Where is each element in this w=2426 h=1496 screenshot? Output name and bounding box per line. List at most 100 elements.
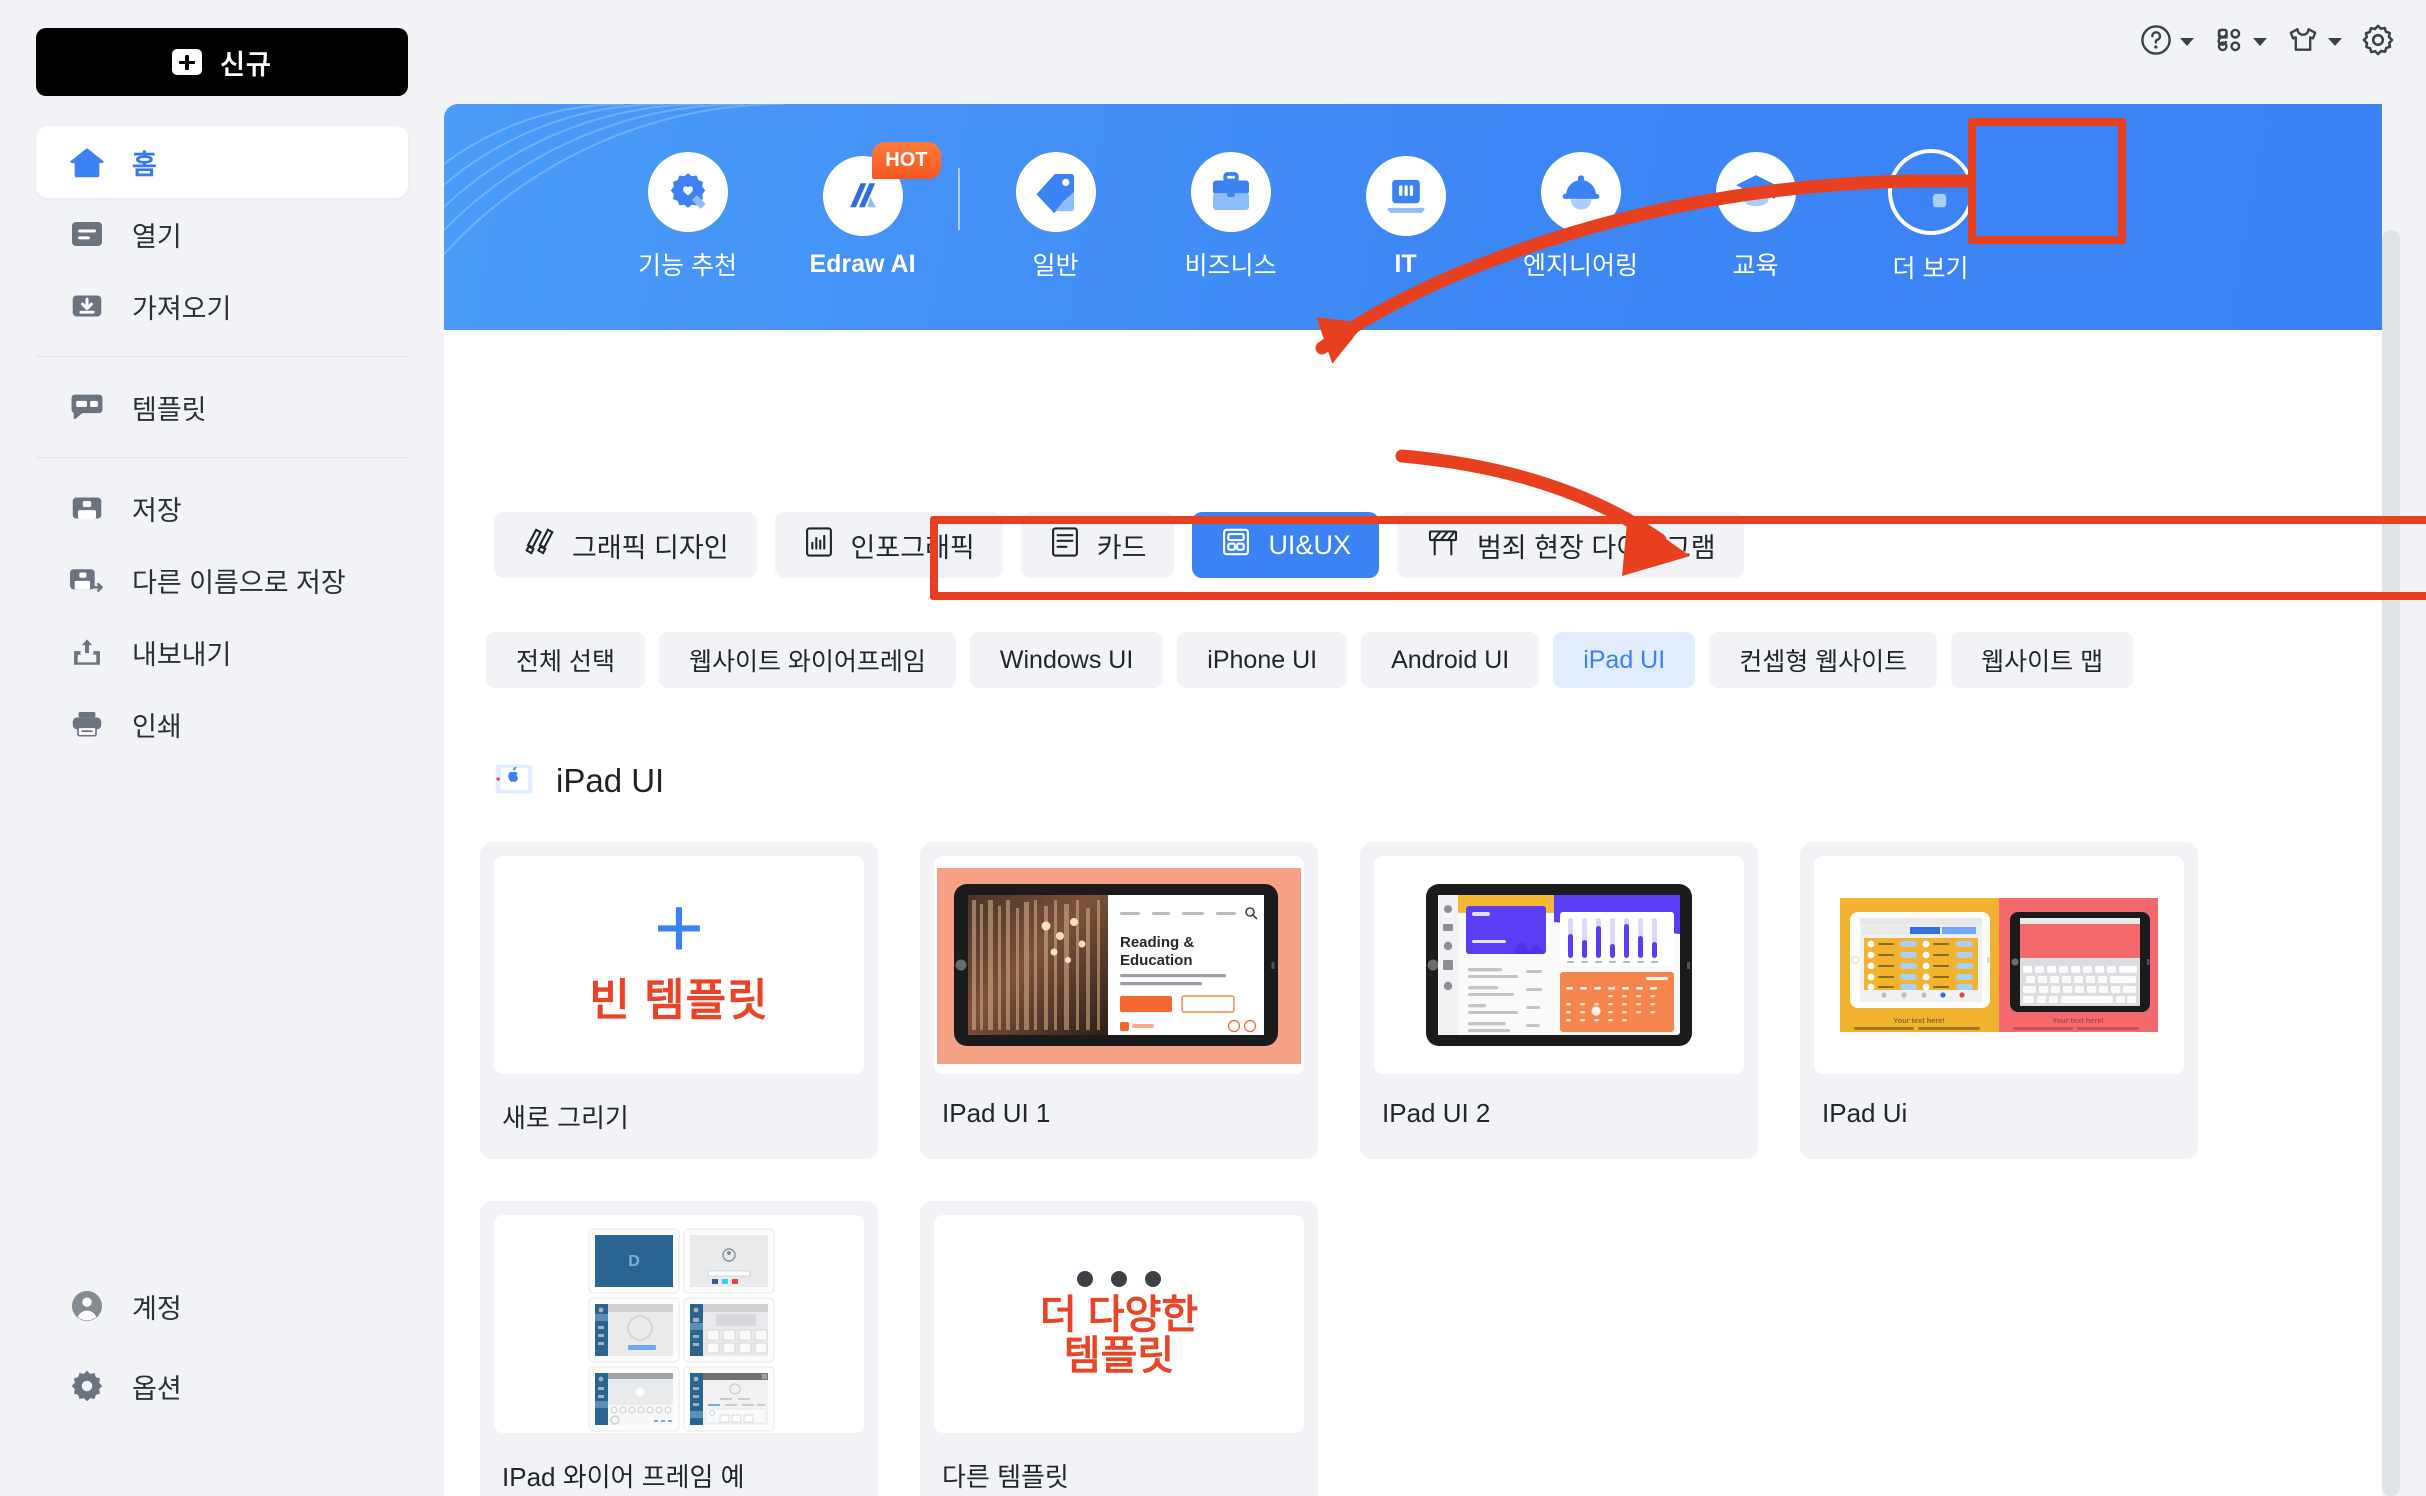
sidebar-item-label: 저장 — [132, 495, 182, 526]
sidebar-item-account[interactable]: 계정 — [36, 1266, 408, 1346]
category-recommend[interactable]: 기능 추천 — [600, 152, 775, 282]
sidebar-item-save-as[interactable]: 다른 이름으로 저장 — [36, 544, 408, 616]
subfilter-chip-select-all[interactable]: 전체 선택 — [486, 632, 645, 688]
category-label: 더 보기 — [1892, 255, 1969, 283]
sidebar-item-export[interactable]: 내보내기 — [36, 616, 408, 688]
category-it[interactable]: IT — [1318, 155, 1493, 279]
category-engineering[interactable]: 엔지니어링 — [1493, 152, 1668, 282]
save-icon — [64, 491, 110, 525]
sidebar-item-label: 홈 — [132, 149, 157, 180]
settings-button[interactable] — [2354, 16, 2402, 69]
tag-icon — [1015, 152, 1096, 232]
graphic-design-icon — [522, 525, 556, 566]
sidebar-item-home[interactable]: 홈 — [36, 126, 408, 198]
sidebar-divider — [36, 457, 408, 458]
application-window: 신규 홈 열기 가져오기 템플릿 저장 다른 이름으로 저장 내보내기 인쇄 계… — [0, 0, 2426, 1496]
main-content-panel: 기능 추천 HOT Edraw AI 일반 비즈니스 IT 엔지니어링 교육 더… — [444, 104, 2382, 1496]
subfilter-chip-android-ui[interactable]: Android UI — [1361, 632, 1540, 688]
template-card-ipad-wireframe[interactable]: D IPad 와이어 프레임 예 — [480, 1201, 878, 1496]
sidebar-item-import[interactable]: 가져오기 — [36, 270, 408, 342]
sidebar-divider — [36, 356, 408, 357]
chevron-down-icon[interactable] — [2328, 38, 2342, 46]
filter-chip-label: 인포그래픽 — [850, 532, 975, 563]
template-card-ipad-ui-2[interactable]: IPad UI 2 — [1360, 842, 1758, 1159]
filter-chip-label: 카드 — [1096, 532, 1147, 563]
subfilter-chip-concept-website[interactable]: 컨셉형 웹사이트 — [1709, 632, 1938, 688]
subfilter-chip-website-map[interactable]: 웹사이트 맵 — [1951, 632, 2134, 688]
filter-chip-label: 범죄 현장 다이어그램 — [1476, 532, 1716, 563]
new-document-label: 신규 — [220, 49, 272, 80]
template-caption: IPad Ui — [1822, 1098, 1908, 1128]
category-label: Edraw AI — [809, 249, 916, 278]
template-caption: IPad UI 1 — [942, 1098, 1051, 1128]
scrollbar-thumb[interactable] — [2382, 230, 2400, 1496]
print-icon — [64, 707, 110, 741]
crime-scene-icon — [1425, 525, 1461, 566]
template-thumbnail — [1374, 856, 1744, 1074]
category-more[interactable]: 더 보기 — [1843, 149, 2018, 285]
sidebar-nav-bottom: 계정 옵션 — [0, 1266, 444, 1426]
filter-chip-uiux[interactable]: UI&UX — [1192, 512, 1379, 578]
card-icon — [1049, 525, 1081, 566]
filter-chip-card[interactable]: 카드 — [1020, 512, 1175, 578]
thumb-title-line2: Education — [1120, 952, 1193, 969]
category-general[interactable]: 일반 — [968, 152, 1143, 282]
new-document-button[interactable]: 신규 — [36, 28, 408, 96]
subfilter-chip-ipad-ui[interactable]: iPad UI — [1553, 632, 1696, 688]
sidebar-item-open[interactable]: 열기 — [36, 198, 408, 270]
subfilter-label: 웹사이트 와이어프레임 — [688, 648, 926, 676]
subfilter-chip-website-wireframe[interactable]: 웹사이트 와이어프레임 — [658, 632, 956, 688]
category-business[interactable]: 비즈니스 — [1143, 152, 1318, 282]
category-education[interactable]: 교육 — [1668, 152, 1843, 282]
sidebar-item-save[interactable]: 저장 — [36, 472, 408, 544]
category-label: 엔지니어링 — [1522, 252, 1638, 280]
infographic-icon — [803, 525, 835, 566]
home-icon — [64, 145, 110, 179]
template-thumbnail: Reading & Education — [934, 856, 1304, 1074]
template-card-ipad-ui-1[interactable]: Reading & Education IPad UI 1 — [920, 842, 1318, 1159]
sidebar-item-options[interactable]: 옵션 — [36, 1346, 408, 1426]
thumb-your-text: Your text here! — [1893, 1016, 1945, 1025]
chevron-down-icon[interactable] — [2180, 38, 2194, 46]
subfilter-label: Android UI — [1391, 645, 1510, 674]
template-card-blank[interactable]: + 빈 템플릿 새로 그리기 — [480, 842, 878, 1159]
chevron-down-icon[interactable] — [2253, 38, 2267, 46]
category-label: 일반 — [1032, 252, 1079, 280]
apps-button[interactable] — [2206, 17, 2273, 68]
sidebar-item-label: 계정 — [132, 1293, 182, 1324]
category-edraw-ai[interactable]: HOT Edraw AI — [775, 141, 950, 279]
filter-chip-infographic[interactable]: 인포그래픽 — [774, 512, 1003, 578]
ellipsis-dots-icon — [1077, 1271, 1161, 1288]
theme-button[interactable] — [2279, 17, 2348, 68]
filter-chip-label: 그래픽 디자인 — [572, 532, 729, 563]
secondary-filter-row: 전체 선택 웹사이트 와이어프레임 Windows UI iPhone UI A… — [486, 632, 2134, 688]
help-button[interactable] — [2133, 17, 2200, 68]
category-label: 기능 추천 — [638, 252, 737, 280]
subfilter-label: iPad UI — [1583, 645, 1666, 674]
sidebar-item-label: 다른 이름으로 저장 — [132, 567, 346, 598]
category-label: IT — [1394, 249, 1417, 278]
plus-square-icon — [172, 49, 203, 75]
category-divider — [958, 168, 960, 230]
subfilter-label: Windows UI — [999, 645, 1134, 674]
top-toolbar — [2133, 14, 2402, 70]
subfilter-chip-windows-ui[interactable]: Windows UI — [969, 632, 1164, 688]
ipad-apple-icon — [494, 763, 534, 800]
subfilter-chip-iphone-ui[interactable]: iPhone UI — [1177, 632, 1348, 688]
sidebar-item-templates[interactable]: 템플릿 — [36, 371, 408, 443]
template-thumbnail: D — [494, 1215, 864, 1433]
hot-badge: HOT — [872, 141, 941, 179]
template-card-ipad-ui[interactable]: Your text here! Your text here! IPad Ui — [1800, 842, 2198, 1159]
template-icon — [64, 390, 110, 424]
section-title: iPad UI — [556, 762, 665, 799]
template-caption: 새로 그리기 — [502, 1103, 629, 1133]
category-banner: 기능 추천 HOT Edraw AI 일반 비즈니스 IT 엔지니어링 교육 더… — [444, 104, 2382, 330]
template-card-more-templates[interactable]: 더 다양한 템플릿 다른 템플릿 — [920, 1201, 1318, 1496]
thumb-title-line1: Reading & — [1120, 934, 1194, 951]
filter-chip-graphic-design[interactable]: 그래픽 디자인 — [494, 512, 757, 578]
uiux-icon — [1220, 525, 1252, 566]
import-icon — [64, 289, 110, 323]
template-grid: + 빈 템플릿 새로 그리기 Reading & Education IPad … — [480, 842, 2360, 1496]
filter-chip-crime-scene[interactable]: 범죄 현장 다이어그램 — [1396, 512, 1744, 578]
sidebar-item-print[interactable]: 인쇄 — [36, 688, 408, 760]
